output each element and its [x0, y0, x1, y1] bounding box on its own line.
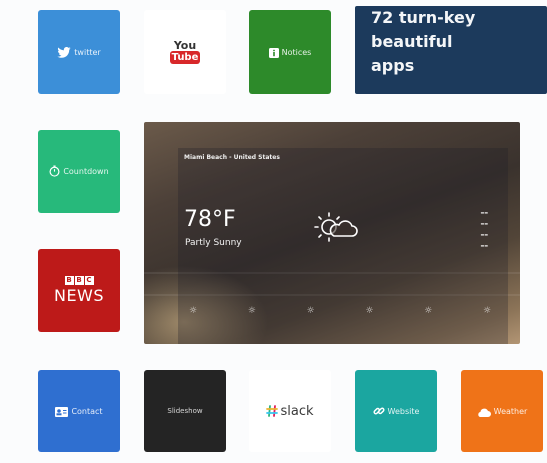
notices-tile-label: Notices — [281, 47, 312, 57]
cloud-icon — [477, 402, 491, 421]
weather-stat-mark: ▬▬ — [480, 210, 488, 215]
stopwatch-icon — [49, 162, 60, 181]
promo-line-2: beautiful — [371, 32, 453, 51]
forecast-sun-icon: ☼ — [306, 306, 315, 316]
twitter-bird-icon — [57, 43, 71, 62]
link-icon — [373, 402, 385, 421]
slideshow-tile[interactable]: Slideshow — [144, 370, 226, 452]
youtube-logo-top: You — [173, 39, 197, 52]
forecast-sun-icon: ☼ — [482, 306, 492, 316]
contact-tile-label: Contact — [71, 406, 103, 416]
contact-card-icon — [55, 402, 69, 421]
forecast-sun-icon: ☼ — [365, 306, 374, 316]
notices-tile[interactable]: Notices — [249, 10, 331, 94]
cloud-tile-label: Weather — [493, 406, 528, 416]
weather-card: Miami Beach - United States 78°F Partly … — [178, 148, 508, 344]
weather-location: Miami Beach - United States — [184, 154, 280, 161]
promo-line-3: apps — [371, 56, 415, 75]
bbc-logo-letter: C — [84, 276, 94, 285]
slideshow-tile-label: Slideshow — [167, 407, 203, 415]
forecast-sun-icon: ☼ — [188, 306, 198, 316]
countdown-tile-label: Countdown — [63, 167, 109, 176]
twitter-tile[interactable]: twitter — [38, 10, 120, 94]
weather-stat-mark: ▬▬ — [480, 232, 488, 237]
weather-stats: ▬▬ ▬▬ ▬▬ ▬▬ — [480, 210, 488, 248]
twitter-tile-label: twitter — [74, 47, 101, 57]
weather-forecast-row: ☼ ☼ ☼ ☼ ☼ ☼ — [186, 306, 494, 316]
slack-wordmark: slack — [280, 403, 314, 419]
promo-headline: 72 turn-key beautiful apps — [371, 6, 475, 78]
weather-widget[interactable]: Miami Beach - United States 78°F Partly … — [144, 122, 520, 344]
app-tile-grid: twitter You Tube Notices 72 turn-key bea… — [0, 0, 547, 463]
bbc-logo-letter: B — [64, 276, 74, 285]
youtube-tile[interactable]: You Tube — [144, 10, 226, 94]
cloud-tile[interactable]: Weather — [461, 370, 543, 452]
promo-banner[interactable]: 72 turn-key beautiful apps — [355, 6, 547, 94]
promo-line-1: 72 turn-key — [371, 8, 476, 27]
website-tile[interactable]: Website — [355, 370, 437, 452]
slack-tile[interactable]: slack — [249, 370, 331, 452]
partly-cloudy-icon — [314, 210, 358, 252]
contact-tile[interactable]: Contact — [38, 370, 120, 452]
weather-temperature: 78°F — [184, 207, 236, 232]
bbc-news-wordmark: NEWS — [53, 286, 105, 305]
forecast-sun-icon: ☼ — [247, 306, 256, 316]
bbc-logo: B B C — [64, 276, 94, 285]
weather-stat-mark: ▬▬ — [480, 243, 488, 248]
countdown-tile[interactable]: Countdown — [38, 130, 120, 213]
website-tile-label: Website — [387, 406, 420, 416]
info-icon — [268, 43, 279, 62]
bbc-logo-letter: B — [74, 276, 84, 285]
slack-hash-icon — [266, 402, 279, 421]
weather-stat-mark: ▬▬ — [480, 221, 488, 226]
youtube-logo-bottom: Tube — [169, 51, 201, 64]
bbc-news-tile[interactable]: B B C NEWS — [38, 249, 120, 332]
weather-condition: Partly Sunny — [185, 238, 242, 248]
forecast-sun-icon: ☼ — [424, 306, 433, 316]
